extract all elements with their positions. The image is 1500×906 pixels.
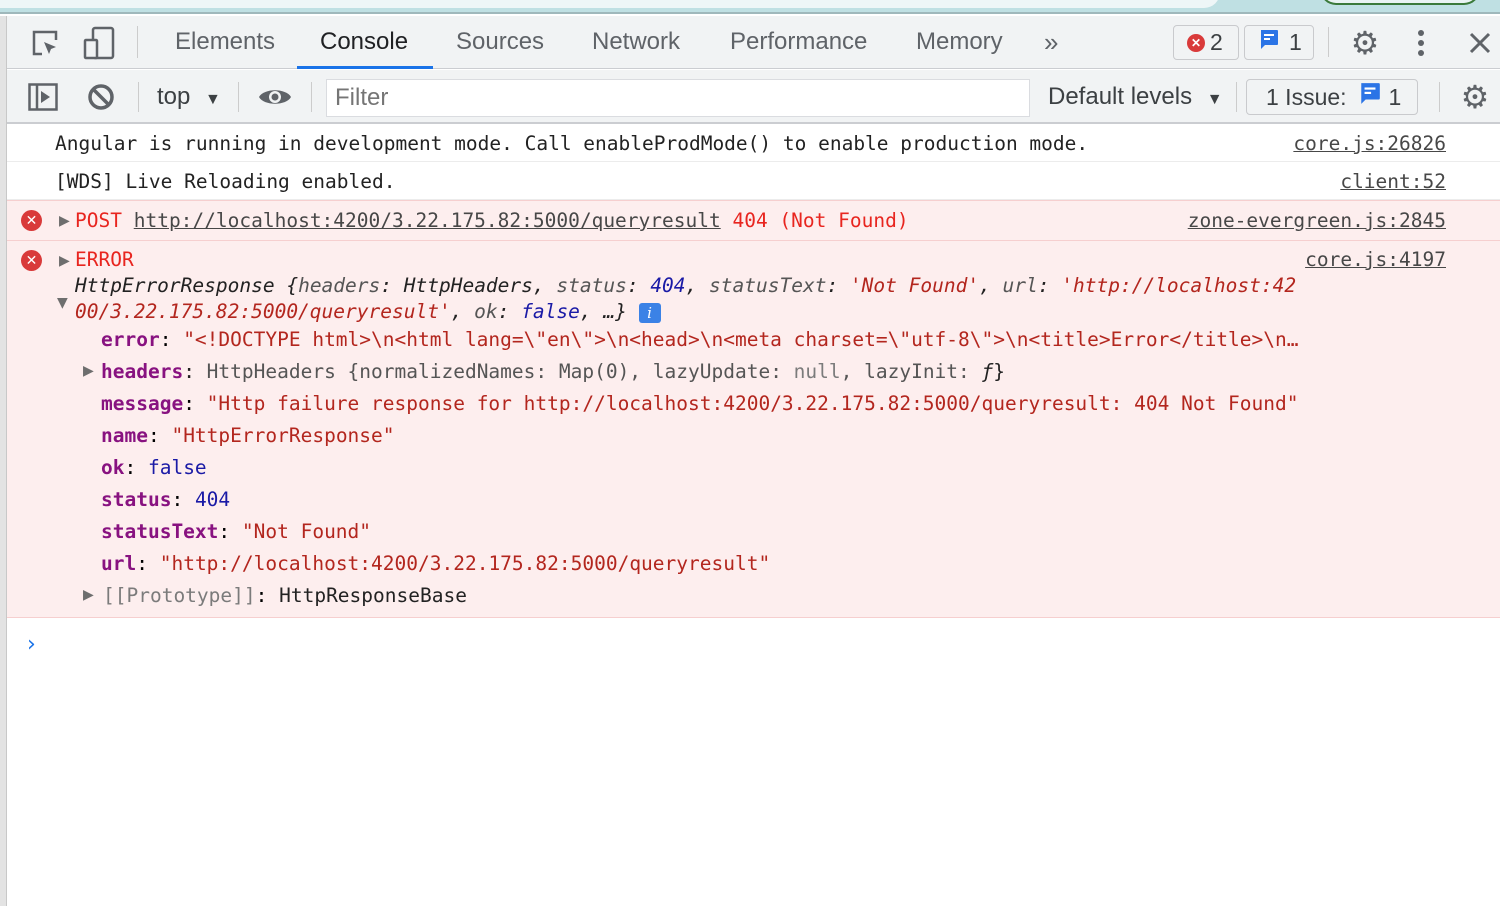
console-prompt-icon[interactable]: › — [27, 632, 36, 657]
error-count-button[interactable]: ✕ 2 — [1173, 25, 1239, 60]
separator — [1328, 27, 1329, 57]
property-error: error: "<!DOCTYPE html>\n<html lang=\"en… — [101, 328, 1299, 351]
issues-label: 1 Issue: — [1266, 83, 1347, 110]
devtools-panel: Elements Console Sources Network Perform… — [0, 16, 1500, 906]
property-statustext: statusText: "Not Found" — [101, 520, 372, 543]
expand-triangle-icon[interactable]: ▶ — [83, 363, 94, 379]
clear-console-icon[interactable] — [85, 82, 117, 112]
context-selector[interactable]: top ▼ — [157, 70, 221, 124]
console-error-message: ✕ ▶ POST http://localhost:4200/3.22.175.… — [7, 200, 1500, 240]
live-expression-eye-icon[interactable] — [257, 82, 293, 112]
console-settings-gear-icon[interactable]: ⚙ — [1457, 79, 1493, 115]
log-levels-dropdown[interactable]: Default levels ▼ — [1048, 70, 1223, 124]
devtools-tabbar: Elements Console Sources Network Perform… — [7, 16, 1500, 69]
message-icon — [1259, 29, 1279, 57]
collapse-triangle-icon[interactable]: ▼ — [57, 295, 68, 311]
property-headers[interactable]: headers: HttpHeaders {normalizedNames: M… — [101, 360, 1005, 383]
console-error-message: ✕ ▶ ERROR core.js:4197 ▼ HttpErrorRespon… — [7, 240, 1500, 618]
property-message: message: "Http failure response for http… — [101, 392, 1299, 415]
separator — [238, 82, 239, 112]
device-toolbar-icon[interactable] — [81, 26, 117, 60]
message-count: 1 — [1289, 29, 1302, 55]
active-tab-indicator — [297, 66, 433, 69]
error-icon: ✕ — [21, 210, 42, 231]
settings-gear-icon[interactable]: ⚙ — [1347, 25, 1383, 61]
error-icon: ✕ — [21, 250, 42, 271]
browser-button-outline — [1320, 0, 1480, 5]
property-status: status: 404 — [101, 488, 231, 511]
property-prototype[interactable]: [[Prototype]]: HttpResponseBase — [103, 584, 467, 607]
issue-message-icon — [1359, 82, 1381, 112]
tab-sources[interactable]: Sources — [456, 16, 544, 69]
console-output: Angular is running in development mode. … — [7, 124, 1500, 906]
object-summary-line1[interactable]: HttpErrorResponse {headers: HttpHeaders,… — [75, 274, 1296, 297]
more-options-icon[interactable] — [1405, 26, 1437, 60]
close-icon[interactable] — [1463, 26, 1497, 60]
message-count-button[interactable]: 1 — [1244, 25, 1314, 60]
dropdown-arrow-icon: ▼ — [1206, 91, 1223, 108]
separator — [137, 26, 138, 58]
expand-triangle-icon[interactable]: ▶ — [59, 213, 70, 229]
separator — [138, 82, 139, 112]
log-levels-label: Default levels — [1048, 83, 1193, 110]
separator — [1439, 82, 1440, 112]
browser-window-strip — [0, 0, 1500, 14]
inspect-element-icon[interactable] — [27, 26, 63, 60]
source-link[interactable]: core.js:26826 — [1293, 132, 1446, 155]
tab-performance[interactable]: Performance — [730, 16, 867, 69]
tab-elements[interactable]: Elements — [175, 16, 275, 69]
console-toolbar: top ▼ Default levels ▼ 1 Issue: 1 ⚙ — [7, 70, 1500, 124]
filter-input[interactable] — [326, 79, 1030, 117]
message-text: [WDS] Live Reloading enabled. — [55, 170, 396, 193]
error-icon: ✕ — [1187, 33, 1205, 52]
browser-tab-shape — [0, 0, 1220, 8]
property-ok: ok: false — [101, 456, 207, 479]
tab-memory[interactable]: Memory — [916, 16, 1003, 69]
property-name: name: "HttpErrorResponse" — [101, 424, 395, 447]
object-summary-line2[interactable]: 00/3.22.175.82:5000/queryresult', ok: fa… — [75, 300, 661, 323]
tab-console[interactable]: Console — [320, 16, 408, 69]
console-message: Angular is running in development mode. … — [7, 124, 1500, 162]
more-tabs-button[interactable]: » — [1044, 16, 1058, 69]
property-url: url: "http://localhost:4200/3.22.175.82:… — [101, 552, 771, 575]
source-link[interactable]: client:52 — [1340, 170, 1446, 193]
show-sidebar-icon[interactable] — [27, 82, 59, 112]
error-text: POST http://localhost:4200/3.22.175.82:5… — [75, 209, 909, 232]
request-url-link[interactable]: http://localhost:4200/3.22.175.82:5000/q… — [134, 209, 721, 232]
info-icon[interactable]: i — [638, 302, 661, 323]
context-label: top — [157, 83, 191, 110]
dropdown-arrow-icon: ▼ — [205, 91, 221, 108]
expand-triangle-icon[interactable]: ▶ — [83, 587, 94, 603]
source-link[interactable]: core.js:4197 — [1305, 248, 1446, 271]
expand-triangle-icon[interactable]: ▶ — [59, 253, 70, 269]
error-label: ERROR — [75, 248, 134, 271]
issues-count: 1 — [1388, 83, 1402, 110]
separator — [1236, 82, 1237, 112]
separator — [311, 82, 312, 112]
issues-button[interactable]: 1 Issue: 1 — [1246, 79, 1418, 115]
error-count: 2 — [1210, 29, 1223, 55]
message-text: Angular is running in development mode. … — [55, 132, 1089, 155]
tab-network[interactable]: Network — [592, 16, 680, 69]
source-link[interactable]: zone-evergreen.js:2845 — [1188, 209, 1446, 232]
console-message: [WDS] Live Reloading enabled. client:52 — [7, 162, 1500, 200]
